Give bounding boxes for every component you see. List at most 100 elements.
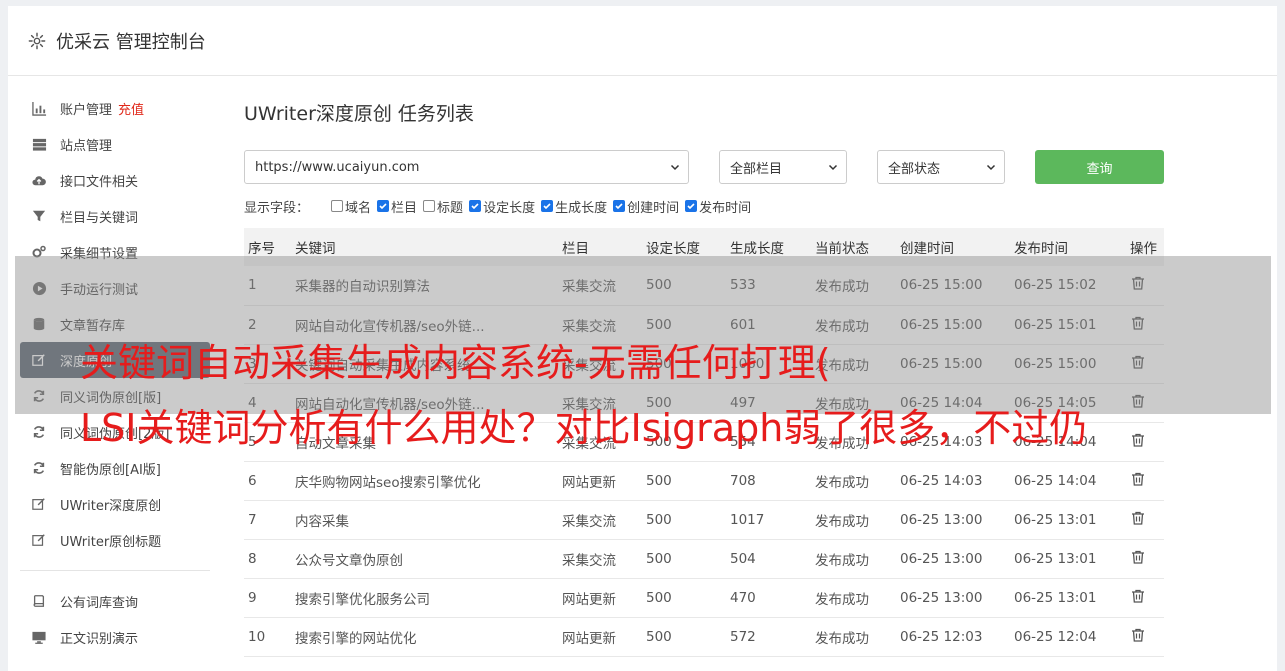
cell-gen-length: 572 <box>726 617 811 657</box>
field-checkbox-title[interactable]: 标题 <box>423 197 463 216</box>
refresh-icon <box>30 459 48 477</box>
sidebar-item-label: 账户管理 <box>60 102 113 118</box>
field-checkbox-set-length[interactable]: 设定长度 <box>469 197 535 216</box>
site-url-select[interactable]: https://www.ucaiyun.com <box>244 150 689 184</box>
sidebar-item-account[interactable]: 账户管理 充值 <box>20 90 210 126</box>
checkbox-box <box>613 200 626 212</box>
checkbox-box <box>541 200 554 212</box>
cell-created: 06-25 13:00 <box>896 578 1010 618</box>
trash-icon[interactable] <box>1130 627 1146 643</box>
cell-index: 7 <box>244 500 291 540</box>
sidebar-divider <box>20 570 210 571</box>
table-row: 8 公众号文章伪原创 采集交流 500 504 发布成功 06-25 13:00 06-25 … <box>244 539 1164 579</box>
edit-icon <box>30 531 48 549</box>
table-row: 7 内容采集 采集交流 500 1017 发布成功 06-25 13:00 06-25 13:… <box>244 500 1164 540</box>
cell-keyword: 公众号文章伪原创 <box>291 539 558 579</box>
cell-actions <box>1126 422 1164 462</box>
sidebar-item-uwriter-deep[interactable]: UWriter深度原创 <box>20 486 210 522</box>
field-checkbox-column[interactable]: 栏目 <box>377 197 417 216</box>
checkbox-label: 发布时间 <box>699 200 752 216</box>
check-icon <box>543 203 551 210</box>
search-button[interactable]: 查询 <box>1035 150 1164 184</box>
trash-icon[interactable] <box>1130 588 1146 604</box>
cell-set-length: 500 <box>642 539 726 579</box>
cell-published: 06-25 13:01 <box>1010 578 1126 618</box>
cell-actions <box>1126 461 1164 501</box>
sidebar-item-public-lexicon[interactable]: 公有词库查询 <box>20 583 210 619</box>
cell-index: 10 <box>244 617 291 657</box>
chevron-down-icon <box>828 162 838 172</box>
cloud-upload-icon <box>30 171 48 189</box>
status-value: 全部状态 <box>888 161 941 177</box>
cell-created: 06-25 13:00 <box>896 500 1010 540</box>
cell-created: 06-25 12:03 <box>896 617 1010 657</box>
cell-status: 发布成功 <box>811 578 896 618</box>
sidebar-item-label: 栏目与关键词 <box>60 210 139 226</box>
column-select[interactable]: 全部栏目 <box>719 150 847 184</box>
check-icon <box>687 203 695 210</box>
page-title: UWriter深度原创 任务列表 <box>244 103 474 125</box>
cell-keyword: 庆华购物网站seo搜索引擎优化 <box>291 461 558 501</box>
filter-icon <box>30 207 48 225</box>
trash-icon[interactable] <box>1130 510 1146 526</box>
recharge-link[interactable]: 充值 <box>118 99 144 118</box>
field-checkbox-domain[interactable]: 域名 <box>331 197 371 216</box>
sidebar-item-label: 站点管理 <box>60 138 113 154</box>
sidebar-item-ai-rewrite[interactable]: 智能伪原创[AI版] <box>20 450 210 486</box>
headline-line-2: LSI关键词分析有什么用处？对比Isigraph弱了很多，不过仍 <box>80 406 1088 450</box>
cell-keyword: 内容采集 <box>291 500 558 540</box>
sidebar-item-label: UWriter深度原创 <box>60 498 162 514</box>
sidebar-item-uwriter-title[interactable]: UWriter原创标题 <box>20 522 210 558</box>
cell-published: 06-25 12:04 <box>1010 617 1126 657</box>
sidebar-item-label: 接口文件相关 <box>60 174 139 190</box>
field-checkbox-gen-length[interactable]: 生成长度 <box>541 197 607 216</box>
cell-keyword: 搜索引擎优化服务公司 <box>291 578 558 618</box>
field-checkbox-published[interactable]: 发布时间 <box>685 197 751 216</box>
check-icon <box>471 203 479 210</box>
top-bar: 优采云 管理控制台 <box>8 6 1277 76</box>
trash-icon[interactable] <box>1130 432 1146 448</box>
app-title: 优采云 管理控制台 <box>56 31 206 53</box>
display-fields-label: 显示字段： <box>244 200 310 216</box>
sidebar-item-api-files[interactable]: 接口文件相关 <box>20 162 210 198</box>
checkbox-box <box>469 200 482 212</box>
cell-set-length: 500 <box>642 500 726 540</box>
checkbox-label: 设定长度 <box>483 200 536 216</box>
checkbox-label: 创建时间 <box>627 200 680 216</box>
gear-icon <box>28 32 46 50</box>
cell-gen-length: 504 <box>726 539 811 579</box>
sidebar-item-sites[interactable]: 站点管理 <box>20 126 210 162</box>
cell-column: 网站更新 <box>558 578 642 618</box>
field-checkbox-created[interactable]: 创建时间 <box>613 197 679 216</box>
cell-index: 9 <box>244 578 291 618</box>
checkbox-box <box>377 200 390 212</box>
chevron-down-icon <box>986 162 996 172</box>
checkbox-box <box>423 200 436 212</box>
trash-icon[interactable] <box>1130 471 1146 487</box>
headline-line-1: 关键词自动采集生成内容系统-无需任何打理( <box>80 341 831 385</box>
cell-gen-length: 1017 <box>726 500 811 540</box>
display-fields: 显示字段： 域名 栏目 标题 设定长度 生成长度 创建时间 发布时间 <box>244 196 1164 216</box>
cell-index: 6 <box>244 461 291 501</box>
chevron-down-icon <box>670 162 680 172</box>
table-row: 9 搜索引擎优化服务公司 网站更新 500 470 发布成功 06-25 13:00 06-2… <box>244 578 1164 618</box>
sidebar-item-columns-keywords[interactable]: 栏目与关键词 <box>20 198 210 234</box>
cell-set-length: 500 <box>642 617 726 657</box>
cell-column: 采集交流 <box>558 500 642 540</box>
check-icon <box>379 203 387 210</box>
sidebar-item-text-recognition[interactable]: 正文识别演示 <box>20 619 210 655</box>
checkbox-label: 栏目 <box>391 200 418 216</box>
banner-overlay <box>15 256 1271 414</box>
sidebar-item-label: 公有词库查询 <box>60 595 139 611</box>
filter-bar: https://www.ucaiyun.com 全部栏目 全部状态 查询 <box>244 150 1164 184</box>
server-icon <box>30 135 48 153</box>
status-select[interactable]: 全部状态 <box>877 150 1005 184</box>
bar-chart-icon <box>30 99 48 117</box>
sidebar-item-label: UWriter原创标题 <box>60 534 162 550</box>
checkbox-label: 生成长度 <box>555 200 608 216</box>
checkbox-label: 标题 <box>437 200 464 216</box>
cell-gen-length: 470 <box>726 578 811 618</box>
trash-icon[interactable] <box>1130 549 1146 565</box>
monitor-icon <box>30 628 48 646</box>
table-row: 6 庆华购物网站seo搜索引擎优化 网站更新 500 708 发布成功 06-25 14:0… <box>244 461 1164 501</box>
